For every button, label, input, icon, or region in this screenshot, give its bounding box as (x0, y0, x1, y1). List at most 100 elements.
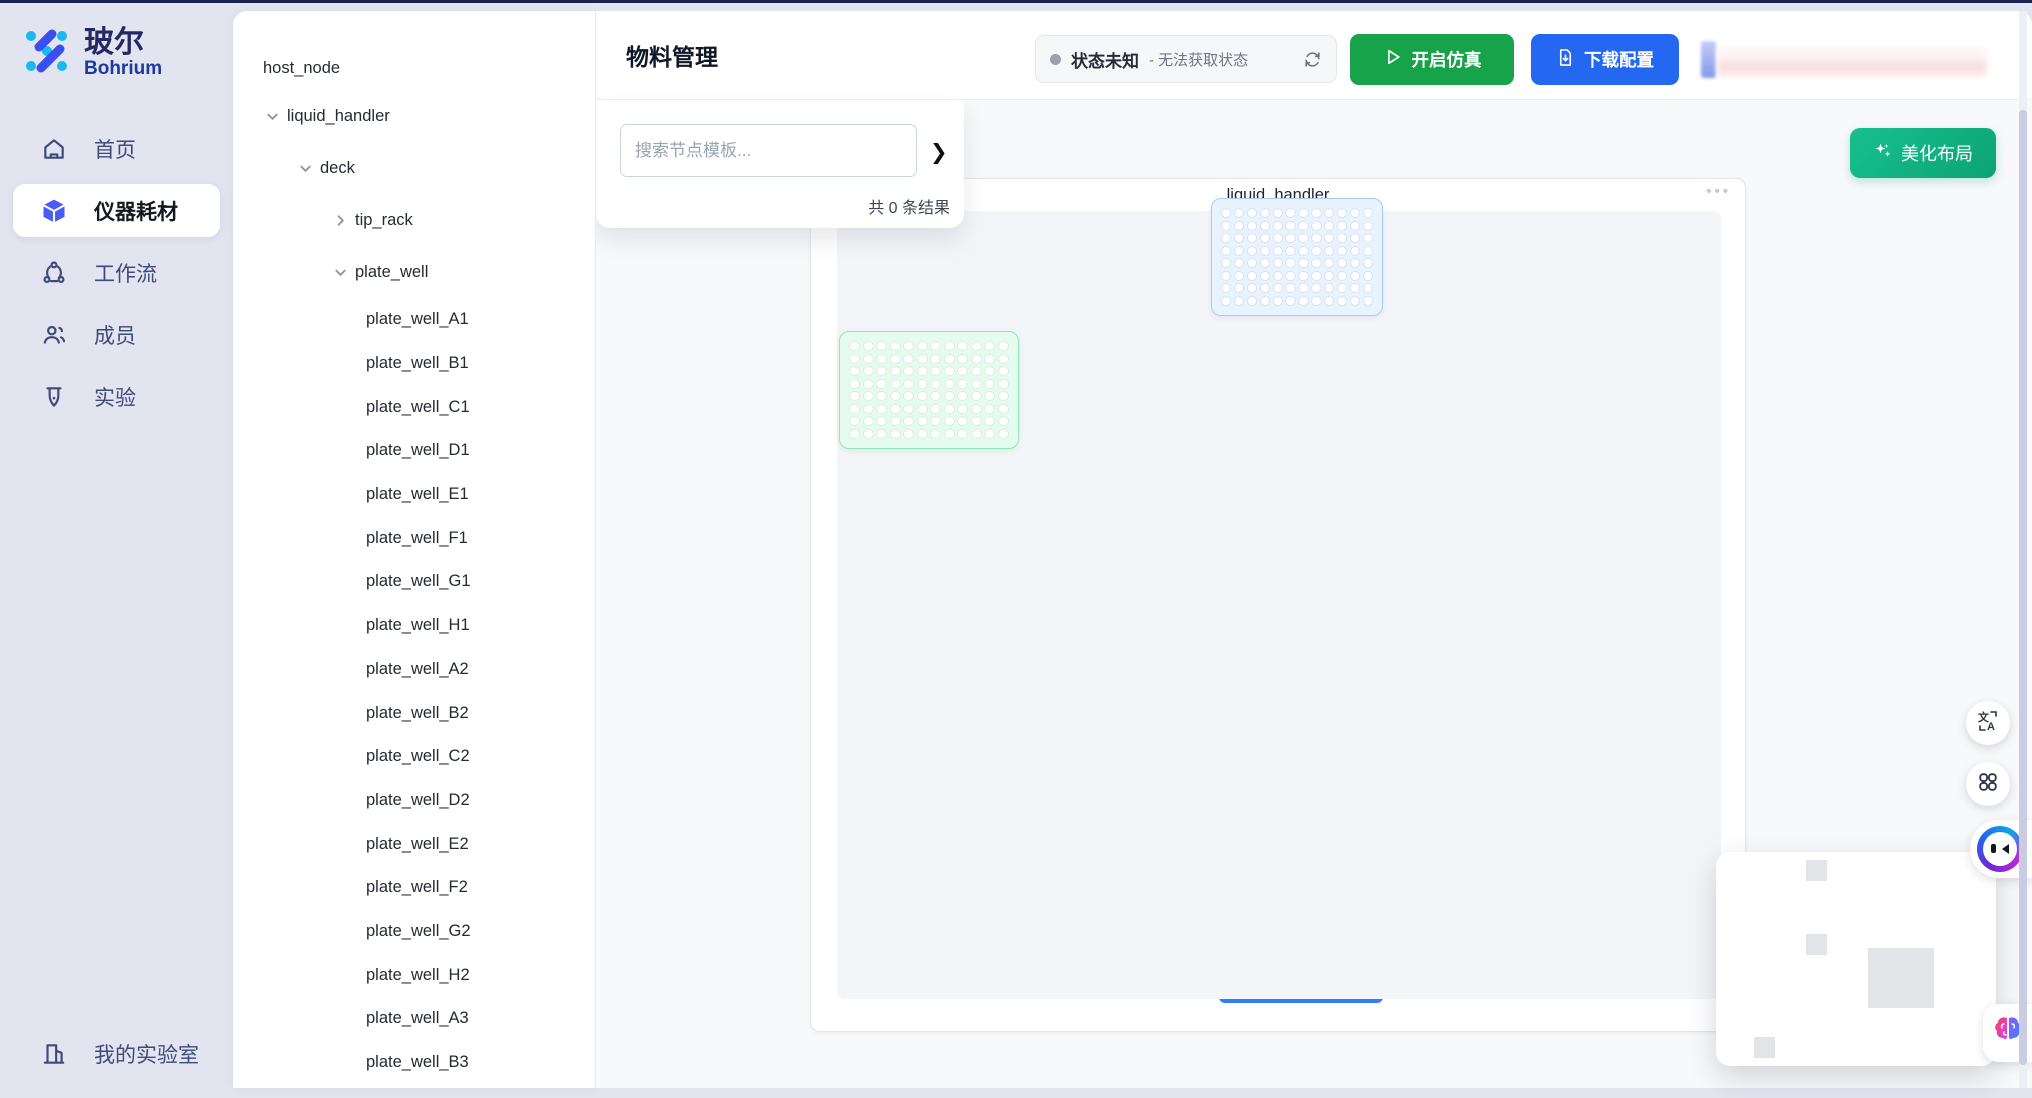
sidebar-item-home[interactable]: 首页 (13, 122, 220, 175)
sidebar-item-instruments[interactable]: 仪器耗材 (13, 184, 220, 237)
tree-item-plate_well_B1[interactable]: plate_well_B1 (233, 342, 595, 386)
well-cell (917, 404, 928, 414)
download-config-button[interactable]: 下载配置 (1531, 34, 1679, 85)
refresh-icon[interactable] (1303, 50, 1322, 69)
well-cell (890, 429, 901, 439)
well-cell (849, 354, 860, 364)
tree-item-plate_well_G2[interactable]: plate_well_G2 (233, 910, 595, 954)
tree-item-plate_well_B3[interactable]: plate_well_B3 (233, 1041, 595, 1085)
well-cell (984, 341, 995, 351)
tree-item-plate_well_A3[interactable]: plate_well_A3 (233, 997, 595, 1041)
well-cell (876, 429, 887, 439)
well-cell (957, 354, 968, 364)
well-cell (971, 404, 982, 414)
tree-item-label: plate_well (355, 263, 428, 282)
home-icon (40, 135, 68, 163)
sidebar-item-label: 我的实验室 (94, 1039, 199, 1069)
tree-item-plate_well_G1[interactable]: plate_well_G1 (233, 560, 595, 604)
tree-item-plate_well_A2[interactable]: plate_well_A2 (233, 648, 595, 692)
tree-item-plate_well_H2[interactable]: plate_well_H2 (233, 953, 595, 997)
well-cell (1260, 258, 1270, 268)
well-cell (903, 404, 914, 414)
expand-chevron-icon[interactable]: ❯ (930, 140, 948, 165)
well-cell (1324, 208, 1334, 218)
tree-item-plate-well[interactable]: plate_well (333, 257, 428, 287)
sidebar-item-label: 工作流 (94, 258, 157, 288)
deck-canvas-panel[interactable] (837, 211, 1721, 999)
well-cell (944, 354, 955, 364)
tree-item-deck[interactable]: deck (298, 153, 355, 183)
well-plate-blue[interactable] (1211, 198, 1383, 316)
well-cell (1363, 296, 1373, 306)
sparkles-icon (1873, 141, 1893, 166)
well-cell (1234, 271, 1244, 281)
well-cell (849, 404, 860, 414)
well-cell (1247, 221, 1257, 231)
well-cell (1247, 246, 1257, 256)
well-cell (1285, 283, 1295, 293)
tree-item-plate_well_F1[interactable]: plate_well_F1 (233, 516, 595, 560)
well-cell (1324, 233, 1334, 243)
well-cell (876, 341, 887, 351)
well-cell (930, 341, 941, 351)
well-cell (1337, 246, 1347, 256)
liquid-handler-node-card[interactable]: liquid_handler ••• data: [object Object] (810, 178, 1746, 1032)
search-input[interactable] (620, 124, 917, 177)
well-cell (1247, 208, 1257, 218)
well-cell (1221, 258, 1231, 268)
well-cell (1363, 233, 1373, 243)
node-menu-dots-icon[interactable]: ••• (1706, 183, 1731, 200)
well-cell (1273, 233, 1283, 243)
well-cell (944, 429, 955, 439)
start-simulation-button[interactable]: 开启仿真 (1350, 34, 1514, 85)
minimap-node-square (1806, 934, 1827, 955)
canvas-minimap[interactable] (1716, 852, 1996, 1066)
play-icon (1383, 47, 1403, 72)
well-cell (957, 341, 968, 351)
well-cell (1273, 296, 1283, 306)
well-cell (1324, 258, 1334, 268)
sidebar-item-workflow[interactable]: 工作流 (13, 246, 220, 299)
well-cell (998, 416, 1009, 426)
tree-item-plate_well_E1[interactable]: plate_well_E1 (233, 473, 595, 517)
tree-item-plate_well_B2[interactable]: plate_well_B2 (233, 691, 595, 735)
well-cell (998, 391, 1009, 401)
sidebar-item-experiments[interactable]: 实验 (13, 370, 220, 423)
scrollbar-thumb[interactable] (2019, 110, 2027, 1065)
sidebar-item-my-lab[interactable]: 我的实验室 (13, 1027, 220, 1080)
well-cell (984, 404, 995, 414)
tree-item-plate_well_C2[interactable]: plate_well_C2 (233, 735, 595, 779)
tree-item-plate_well_D1[interactable]: plate_well_D1 (233, 429, 595, 473)
tree-item-tip-rack[interactable]: tip_rack (333, 205, 413, 235)
tree-item-plate_well_F2[interactable]: plate_well_F2 (233, 866, 595, 910)
well-cell (903, 429, 914, 439)
page-header: 物料管理 状态未知 - 无法获取状态 开启仿真 (596, 11, 2032, 100)
bohrium-logo-icon (22, 26, 72, 81)
page-title: 物料管理 (626, 38, 718, 72)
well-cell (1311, 296, 1321, 306)
well-cell (1337, 221, 1347, 231)
chevron-down-icon[interactable] (265, 109, 280, 124)
apps-grid-button[interactable] (1966, 762, 2010, 806)
redacted-user-info (1717, 47, 1987, 77)
brand-logo[interactable]: 玻尔 Bohrium (22, 26, 162, 81)
tree-item-plate_well_C1[interactable]: plate_well_C1 (233, 385, 595, 429)
tree-item-plate_well_A1[interactable]: plate_well_A1 (233, 298, 595, 342)
tree-item-liquid-handler[interactable]: liquid_handler (265, 101, 390, 131)
tree-item-host-node[interactable]: host_node (263, 53, 340, 83)
well-cell (1247, 233, 1257, 243)
tree-item-plate_well_D2[interactable]: plate_well_D2 (233, 779, 595, 823)
tree-item-plate_well_E2[interactable]: plate_well_E2 (233, 822, 595, 866)
well-cell (1285, 271, 1295, 281)
ai-assistant-robot-button[interactable] (1977, 826, 2023, 872)
chevron-down-icon[interactable] (298, 161, 313, 176)
sidebar-item-members[interactable]: 成员 (13, 308, 220, 361)
well-cell (971, 416, 982, 426)
tree-item-plate_well_H1[interactable]: plate_well_H1 (233, 604, 595, 648)
well-plate-green[interactable] (839, 331, 1019, 449)
translate-button[interactable]: 文 A (1966, 701, 2010, 745)
chevron-right-icon[interactable] (333, 213, 348, 228)
chevron-down-icon[interactable] (333, 265, 348, 280)
beautify-layout-button[interactable]: 美化布局 (1850, 128, 1996, 178)
well-cell (1350, 246, 1360, 256)
